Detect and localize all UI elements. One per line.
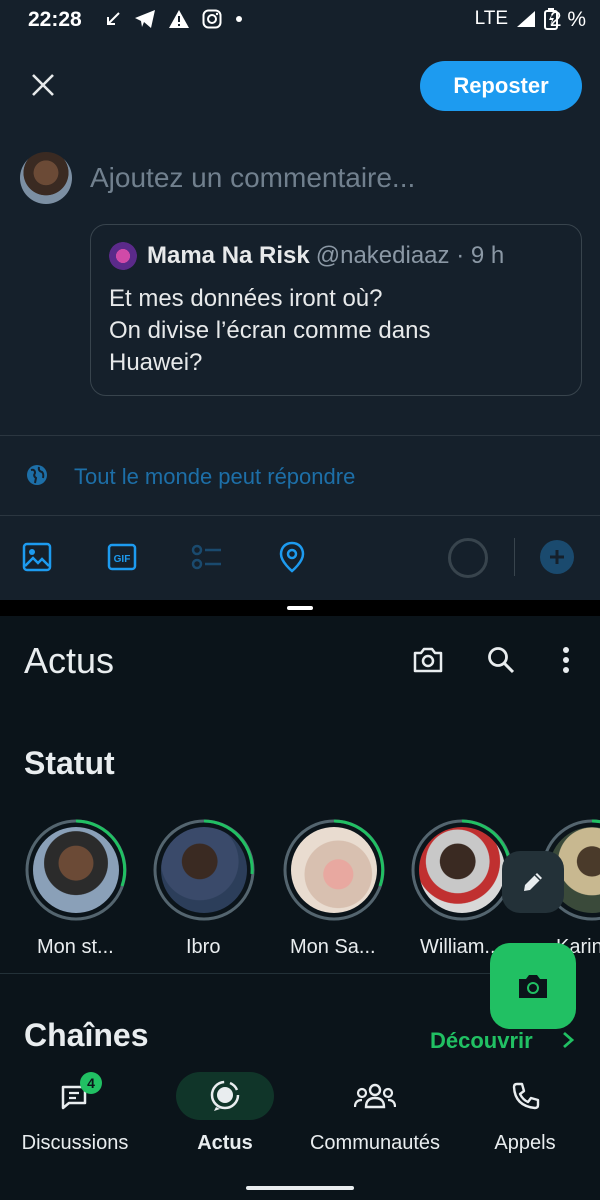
poll-icon: [191, 544, 221, 570]
svg-text:GIF: GIF: [114, 554, 131, 565]
split-handle[interactable]: [287, 606, 313, 610]
status-ring: [282, 818, 386, 922]
camera-icon: [413, 647, 443, 673]
status-label: Mon Sa...: [290, 936, 376, 958]
camera-status-button[interactable]: [490, 943, 576, 1029]
search-icon: [488, 647, 515, 674]
status-thumbnail: [419, 827, 505, 913]
warning-icon: [169, 10, 189, 28]
image-icon: [22, 542, 52, 572]
close-icon: [32, 74, 54, 96]
nav-appels[interactable]: Appels: [480, 1072, 570, 1172]
nav-label: Communautés: [309, 1132, 441, 1154]
updates-icon: [210, 1080, 240, 1111]
battery-percent: 2 %: [549, 8, 586, 31]
status-label: Mon st...: [37, 936, 114, 958]
quoted-author-handle: @nakediaaz · 9 h: [315, 242, 505, 269]
instagram-icon: [202, 9, 222, 29]
status-label: Ibro: [186, 936, 221, 958]
nav-label: Appels: [494, 1132, 556, 1154]
communities-icon: [354, 1083, 396, 1109]
status-item[interactable]: [282, 818, 392, 922]
system-icons: LTE: [475, 8, 558, 30]
telegram-icon: [135, 10, 155, 28]
quoted-post[interactable]: Mama Na Risk @nakediaaz · 9 h Et mes don…: [90, 224, 582, 396]
divider: [514, 538, 515, 576]
network-type: LTE: [474, 8, 508, 29]
gif-icon: GIF: [107, 543, 137, 571]
discover-channels-link[interactable]: Découvrir: [430, 1028, 533, 1054]
status-thumbnail: [291, 827, 377, 913]
status-section-title: Statut: [24, 745, 115, 781]
nav-label: Actus: [197, 1132, 253, 1154]
missed-call-arrow-icon: [107, 12, 120, 25]
add-thread-button[interactable]: [540, 540, 574, 574]
more-vertical-icon: [563, 647, 569, 673]
dot-icon: [236, 16, 242, 22]
status-ring: [24, 818, 128, 922]
status-item[interactable]: [24, 818, 134, 922]
more-options-button[interactable]: [548, 642, 584, 678]
unread-badge: 4: [80, 1072, 102, 1094]
signal-icon: [517, 11, 535, 27]
search-button[interactable]: [483, 642, 519, 678]
status-bar: 22:28 LTE 2 %: [0, 0, 600, 44]
divider: [0, 435, 600, 436]
repost-button[interactable]: Reposter: [420, 61, 582, 111]
avatar: [20, 152, 72, 204]
nav-icon-container: [176, 1072, 274, 1120]
camera-icon: [519, 975, 547, 998]
divider: [0, 973, 490, 974]
close-button[interactable]: [24, 66, 62, 104]
quoted-author-avatar: [109, 242, 137, 270]
status-ring: [152, 818, 256, 922]
nav-label: Discussions: [21, 1132, 129, 1154]
nav-communautes[interactable]: Communautés: [302, 1072, 448, 1172]
edit-text-status-button[interactable]: [502, 851, 564, 913]
nav-discussions[interactable]: 4 Discussions: [15, 1072, 135, 1172]
divider: [0, 515, 600, 516]
add-poll-button[interactable]: [190, 540, 224, 574]
reply-setting-button[interactable]: Tout le monde peut répondre: [74, 464, 355, 490]
quoted-post-text: Et mes données iront où? On divise l’écr…: [109, 285, 431, 376]
nav-icon-container: [326, 1072, 424, 1120]
globe-icon: [27, 465, 47, 485]
phone-icon: [512, 1082, 540, 1110]
pencil-icon: [524, 873, 542, 891]
page-title: Actus: [24, 640, 115, 681]
home-indicator[interactable]: [246, 1186, 354, 1190]
status-label: William...: [420, 936, 502, 958]
status-thumbnail: [161, 827, 247, 913]
status-thumbnail: [33, 827, 119, 913]
quoted-author-name: Mama Na Risk: [147, 242, 310, 269]
clock: 22:28: [28, 8, 82, 31]
camera-button[interactable]: [410, 642, 446, 678]
quoted-post-header: Mama Na Risk @nakediaaz · 9 h: [109, 241, 563, 271]
character-counter: [448, 538, 488, 578]
chevron-right-icon: [563, 1031, 575, 1049]
nav-icon-container: [476, 1072, 574, 1120]
add-gif-button[interactable]: GIF: [105, 540, 139, 574]
nav-icon-container: 4: [26, 1072, 124, 1120]
notification-icons: [104, 9, 244, 29]
channels-section-title: Chaînes: [24, 1017, 149, 1053]
nav-actus[interactable]: Actus: [170, 1072, 280, 1172]
status-item[interactable]: [152, 818, 262, 922]
add-location-button[interactable]: [275, 540, 309, 574]
status-ring: [410, 818, 514, 922]
comment-input[interactable]: [90, 162, 570, 194]
location-icon: [279, 541, 305, 573]
plus-icon: [550, 550, 564, 564]
add-image-button[interactable]: [20, 540, 54, 574]
